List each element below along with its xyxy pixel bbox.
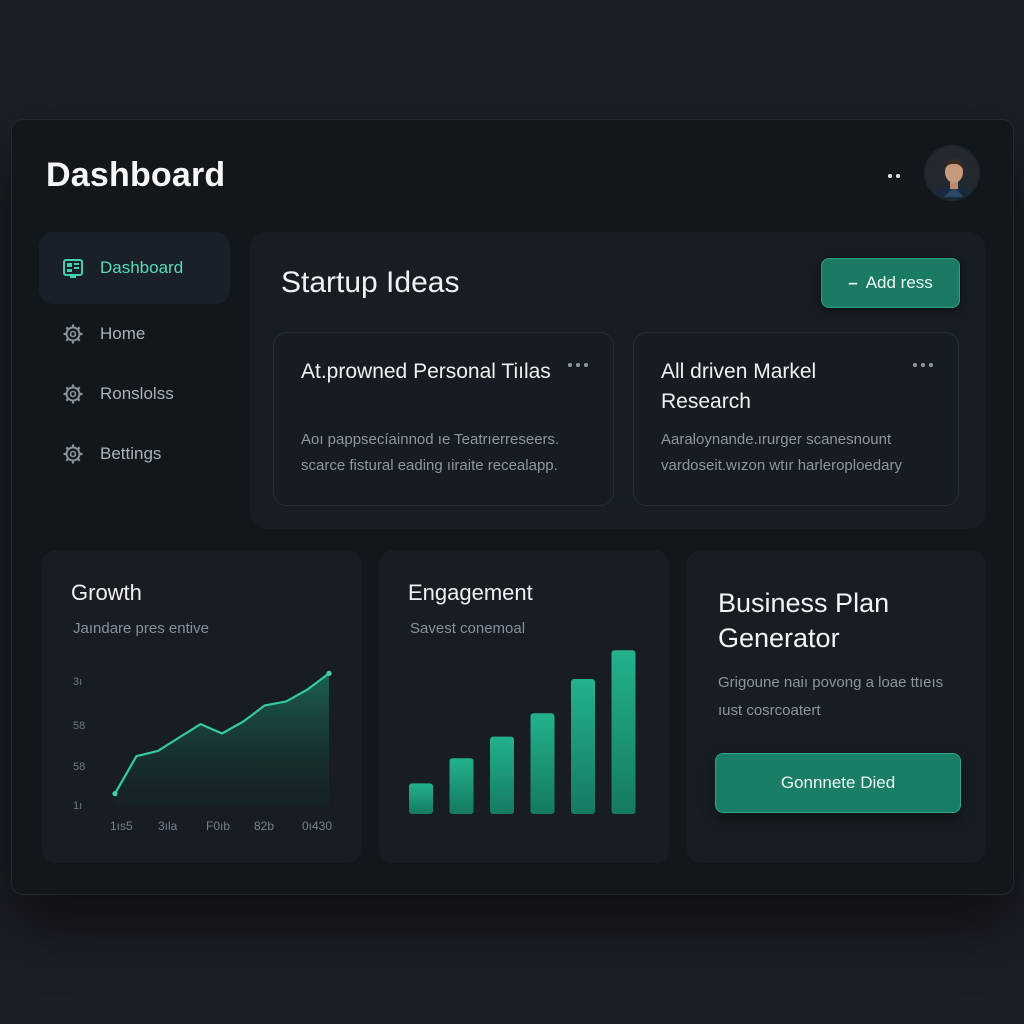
- gear-icon: [61, 322, 85, 346]
- generate-button[interactable]: Gonnnete Died: [715, 753, 961, 813]
- sidebar-item-label: Ronslolss: [100, 384, 174, 403]
- engagement-bar: [571, 679, 595, 814]
- growth-panel: Growth Jaındare pres entive 3ı 58 58 1ı 1ıs5…: [42, 550, 361, 863]
- panel-description: Grigoune naiı povong a loae ttıeıs ıust …: [718, 674, 944, 719]
- more-options-icon[interactable]: [568, 363, 588, 367]
- y-tick-label: 1ı: [73, 800, 82, 812]
- y-tick-label: 3ı: [73, 676, 82, 688]
- y-tick-label: 58: [73, 761, 85, 773]
- x-tick-label: 82b: [254, 819, 274, 833]
- idea-card[interactable]: All driven Markel Research Aaraloynande.…: [633, 332, 959, 506]
- gear-icon: [61, 442, 85, 466]
- panel-title: Business Plan Generator: [718, 588, 890, 653]
- engagement-panel: Engagement Savest conemoal: [379, 550, 669, 863]
- growth-chart: 3ı 58 58 1ı 1ıs5 3ıla F0ıb 82b 0ı430: [73, 670, 332, 833]
- engagement-bar: [490, 736, 514, 814]
- dot-icon: [888, 174, 892, 178]
- sidebar-item-home[interactable]: Home: [39, 304, 230, 364]
- x-tick-label: 1ıs5: [110, 819, 133, 833]
- minus-icon: –: [848, 273, 858, 292]
- growth-point: [112, 791, 118, 797]
- section-title: Startup Ideas: [281, 266, 460, 299]
- dashboard-window: Dashboard Dashboard Home Ronslolss Betti…: [11, 119, 1014, 895]
- idea-card-title: At.prowned Personal Tiılas: [301, 360, 551, 383]
- growth-area: [115, 673, 329, 807]
- engagement-bar: [611, 650, 636, 814]
- sidebar-item-bettings[interactable]: Bettings: [39, 424, 230, 484]
- user-avatar-image: [926, 147, 978, 199]
- dot-icon: [896, 174, 900, 178]
- page-title: Dashboard: [46, 156, 226, 194]
- dashboard-icon: [61, 256, 85, 280]
- engagement-chart: [409, 650, 636, 814]
- idea-card[interactable]: At.prowned Personal Tiılas Aoı pappsecía…: [273, 332, 614, 506]
- sidebar-item-label: Bettings: [100, 444, 162, 463]
- gear-icon: [61, 382, 85, 406]
- idea-card-title: All driven Markel Research: [661, 360, 817, 413]
- engagement-bar: [449, 758, 474, 814]
- business-plan-panel: Business Plan Generator Grigoune naiı po…: [687, 550, 985, 863]
- engagement-bar: [530, 713, 555, 814]
- more-options-button[interactable]: [880, 164, 908, 188]
- idea-card-description: Aaraloynande.ırurger scanesnount vardose…: [661, 431, 902, 474]
- idea-card-description: Aoı pappsecíainnod ıe Teatrıerreseers. s…: [301, 431, 560, 474]
- more-options-icon[interactable]: [913, 363, 933, 367]
- sidebar-item-dashboard[interactable]: Dashboard: [39, 232, 230, 304]
- x-tick-label: 0ı430: [302, 819, 332, 833]
- avatar[interactable]: [924, 145, 980, 201]
- sidebar-item-label: Dashboard: [100, 258, 184, 277]
- add-idea-button[interactable]: – Add ress: [821, 258, 960, 308]
- sidebar: Dashboard Home Ronslolss Bettings: [39, 232, 230, 484]
- x-tick-label: F0ıb: [206, 819, 230, 833]
- y-tick-label: 58: [73, 720, 85, 732]
- x-tick-label: 3ıla: [158, 819, 178, 833]
- sidebar-item-label: Home: [100, 324, 146, 343]
- engagement-bar: [409, 783, 433, 814]
- growth-point: [326, 670, 332, 676]
- sidebar-item-ronslolss[interactable]: Ronslolss: [39, 364, 230, 424]
- startup-ideas-panel: Startup Ideas – Add ress At.prowned Pers…: [250, 232, 985, 529]
- add-button-label: Add ress: [865, 273, 933, 292]
